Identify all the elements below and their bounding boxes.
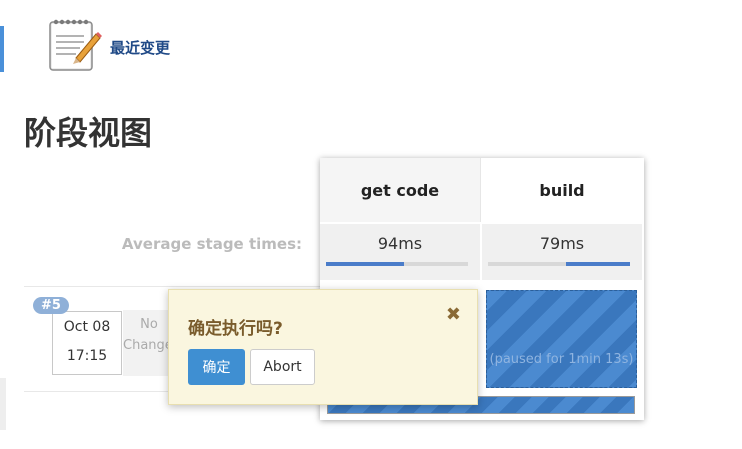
abort-button[interactable]: Abort — [250, 349, 315, 385]
average-times-row: Average stage times: — [24, 224, 320, 282]
left-accent-bar — [0, 26, 4, 72]
page-title: 阶段视图 — [24, 114, 153, 152]
confirm-question: 确定执行吗? — [188, 319, 283, 339]
notepad-icon[interactable] — [46, 14, 102, 74]
recent-changes-link[interactable]: 最近变更 — [110, 37, 170, 58]
avg-time-value: 79ms — [539, 234, 585, 253]
proceed-button[interactable]: 确定 — [188, 349, 245, 385]
avg-time-value: 94ms — [377, 234, 423, 253]
build-stage-paused-cell[interactable]: (paused for 1min 13s) — [486, 290, 637, 388]
avg-time-cell-build: 79ms — [482, 224, 642, 280]
input-confirm-popover: 确定执行吗? ✖ 确定 Abort — [168, 289, 478, 405]
avg-time-bar — [326, 262, 468, 266]
stage-header-get-code: get code — [320, 158, 481, 222]
left-sidebar-edge — [0, 378, 6, 430]
stage-header-build: build — [482, 158, 642, 222]
avg-time-bar-fill — [326, 262, 405, 266]
paused-duration-text: (paused for 1min 13s) — [489, 352, 634, 367]
run-date: Oct 08 — [63, 319, 111, 335]
avg-time-bar — [488, 262, 630, 266]
avg-time-cell-get-code: 94ms — [320, 224, 480, 280]
average-times-label: Average stage times: — [121, 235, 302, 253]
run-number-badge[interactable]: #5 — [33, 297, 69, 314]
avg-time-bar-fill — [566, 262, 630, 266]
run-date-box: Oct 08 17:15 — [52, 311, 122, 375]
run-time: 17:15 — [66, 348, 108, 364]
close-icon[interactable]: ✖ — [446, 304, 461, 325]
